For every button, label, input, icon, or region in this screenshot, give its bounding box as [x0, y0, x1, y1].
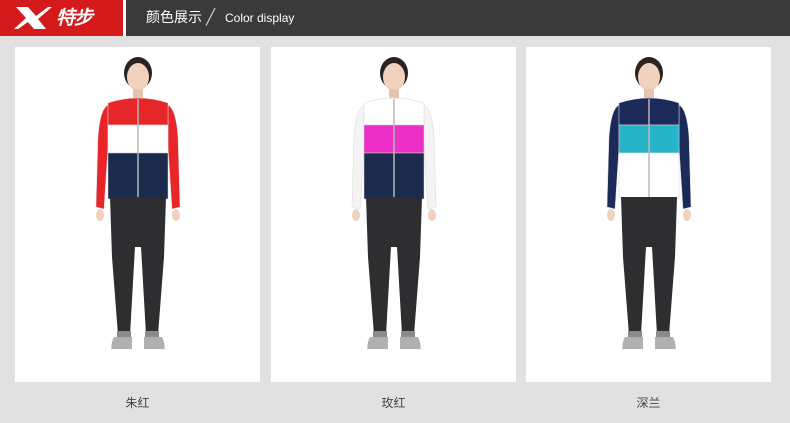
- product-image: [95, 57, 181, 352]
- header-bar: 特步 颜色展示 ╱ Color display: [0, 0, 790, 36]
- logo-x-icon: [14, 7, 52, 29]
- section-title-en: Color display: [225, 11, 295, 25]
- product-image: [606, 57, 692, 352]
- logo-divider: [123, 0, 126, 36]
- color-caption: 玫红: [381, 396, 406, 410]
- product-card-2[interactable]: [271, 47, 516, 382]
- section-title-cn: 颜色展示: [146, 10, 202, 26]
- logo-text: 特步: [56, 7, 93, 29]
- product-card-1[interactable]: [15, 47, 260, 382]
- title-separator: ╱: [206, 8, 216, 26]
- brand-logo[interactable]: 特步: [0, 0, 123, 36]
- color-caption: 朱红: [125, 396, 150, 410]
- color-caption: 深兰: [636, 396, 661, 410]
- product-image: [351, 57, 437, 352]
- product-card-3[interactable]: [526, 47, 771, 382]
